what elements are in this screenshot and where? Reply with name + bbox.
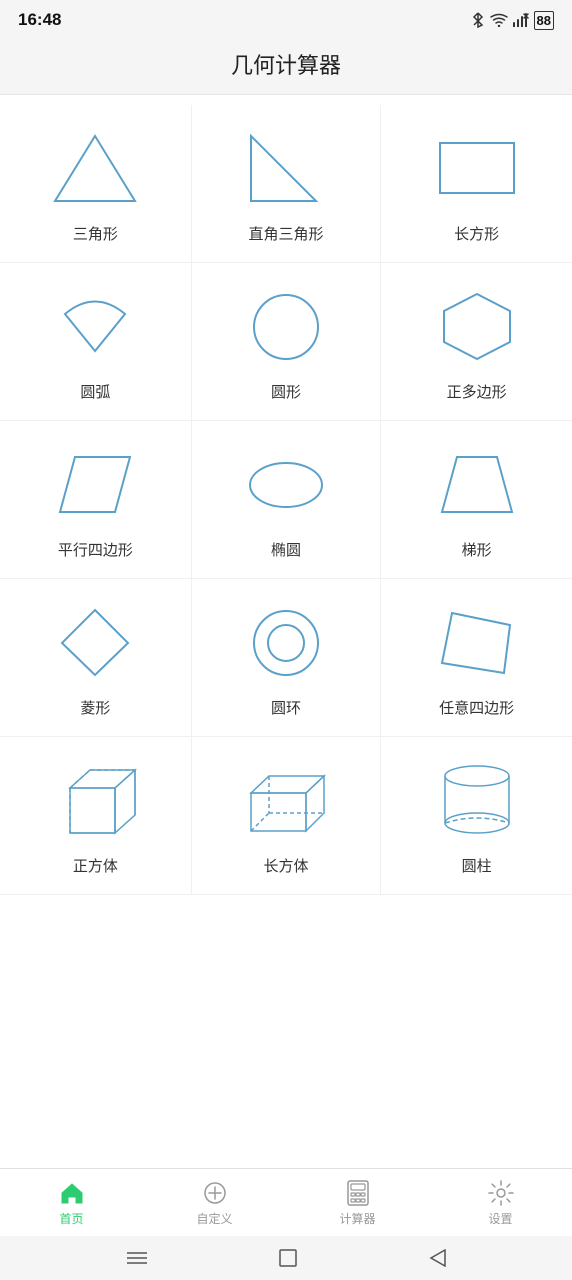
shape-label-triangle: 三角形 <box>73 223 118 244</box>
app-header: 几何计算器 <box>0 36 572 95</box>
shape-icon-right-triangle <box>236 123 336 213</box>
shape-icon-annulus <box>236 597 336 687</box>
app-title: 几何计算器 <box>231 53 341 78</box>
shape-item-arc[interactable]: 圆弧 <box>0 263 191 421</box>
shape-item-circle[interactable]: 圆形 <box>191 263 382 421</box>
status-bar: 16:48 88 <box>0 0 572 36</box>
shape-item-quad[interactable]: 任意四边形 <box>381 579 572 737</box>
android-menu-icon <box>126 1250 148 1266</box>
shape-icon-hexagon <box>427 281 527 371</box>
shape-item-ellipse[interactable]: 椭圆 <box>191 421 382 579</box>
nav-label-home: 首页 <box>59 1210 83 1227</box>
shape-icon-circle <box>236 281 336 371</box>
android-home-icon <box>279 1249 297 1267</box>
shape-item-cube[interactable]: 正方体 <box>0 737 191 895</box>
shape-label-rectangle: 长方形 <box>454 223 499 244</box>
shape-item-right-triangle[interactable]: 直角三角形 <box>191 105 382 263</box>
shape-icon-parallelogram <box>45 439 145 529</box>
shape-label-ellipse: 椭圆 <box>271 539 301 560</box>
status-icons: 88 <box>471 11 554 30</box>
shape-label-right-triangle: 直角三角形 <box>248 223 323 244</box>
shape-icon-rectangle <box>427 123 527 213</box>
shape-label-trapezoid: 梯形 <box>462 539 492 560</box>
calculator-icon <box>344 1179 372 1207</box>
shape-label-arc: 圆弧 <box>80 381 110 402</box>
signal-icon <box>513 13 529 27</box>
shape-item-triangle[interactable]: 三角形 <box>0 105 191 263</box>
nav-item-settings[interactable]: 设置 <box>429 1173 572 1233</box>
nav-label-settings: 设置 <box>488 1210 512 1227</box>
nav-label-calculator: 计算器 <box>339 1210 375 1227</box>
shape-label-cube: 正方体 <box>73 855 118 876</box>
shape-label-hexagon: 正多边形 <box>447 381 507 402</box>
status-time: 16:48 <box>18 10 61 30</box>
shape-label-circle: 圆形 <box>271 381 301 402</box>
shape-item-trapezoid[interactable]: 梯形 <box>381 421 572 579</box>
nav-label-custom: 自定义 <box>196 1210 232 1227</box>
shape-item-cuboid[interactable]: 长方体 <box>191 737 382 895</box>
shape-item-hexagon[interactable]: 正多边形 <box>381 263 572 421</box>
battery-icon: 88 <box>534 11 554 30</box>
nav-item-calculator[interactable]: 计算器 <box>286 1173 429 1233</box>
shapes-grid: 三角形 直角三角形 长方形 <box>0 105 572 895</box>
shape-label-annulus: 圆环 <box>271 697 301 718</box>
bottom-nav: 首页 自定义 计算器 <box>0 1168 572 1236</box>
wifi-icon <box>490 13 508 27</box>
shape-icon-quad <box>427 597 527 687</box>
shape-icon-cylinder <box>427 755 527 845</box>
shape-label-parallelogram: 平行四边形 <box>58 539 133 560</box>
bluetooth-icon <box>471 12 485 28</box>
nav-item-home[interactable]: 首页 <box>0 1173 143 1233</box>
shape-item-parallelogram[interactable]: 平行四边形 <box>0 421 191 579</box>
shape-icon-rhombus <box>45 597 145 687</box>
nav-item-custom[interactable]: 自定义 <box>143 1173 286 1233</box>
shape-label-cylinder: 圆柱 <box>462 855 492 876</box>
android-back-icon <box>428 1249 446 1267</box>
custom-icon <box>201 1179 229 1207</box>
shape-item-cylinder[interactable]: 圆柱 <box>381 737 572 895</box>
shape-item-rhombus[interactable]: 菱形 <box>0 579 191 737</box>
settings-icon <box>487 1179 515 1207</box>
shape-icon-cuboid <box>236 755 336 845</box>
shape-icon-trapezoid <box>427 439 527 529</box>
android-nav-bar <box>0 1236 572 1280</box>
main-content: 三角形 直角三角形 长方形 <box>0 95 572 1168</box>
shape-item-rectangle[interactable]: 长方形 <box>381 105 572 263</box>
shape-label-rhombus: 菱形 <box>80 697 110 718</box>
shape-icon-ellipse <box>236 439 336 529</box>
home-icon <box>58 1179 86 1207</box>
shape-icon-cube <box>45 755 145 845</box>
shape-icon-arc <box>45 281 145 371</box>
shape-label-cuboid: 长方体 <box>263 855 308 876</box>
shape-item-annulus[interactable]: 圆环 <box>191 579 382 737</box>
shape-label-quad: 任意四边形 <box>439 697 514 718</box>
shape-icon-triangle <box>45 123 145 213</box>
